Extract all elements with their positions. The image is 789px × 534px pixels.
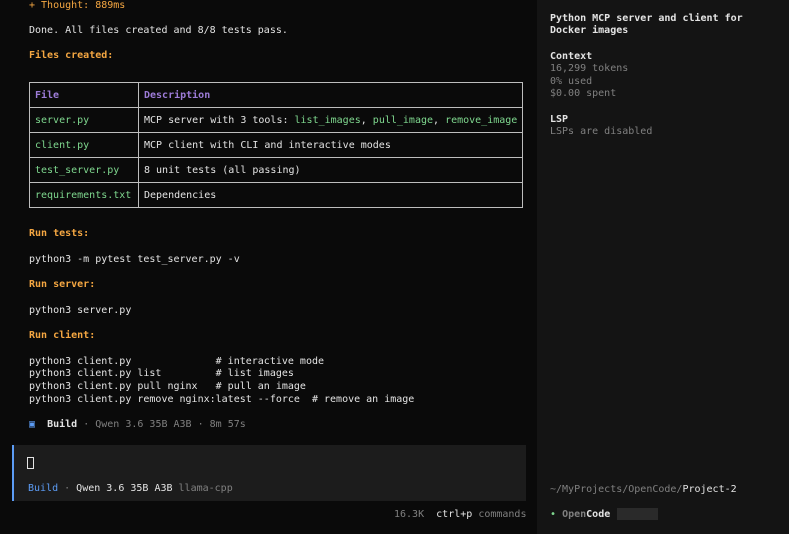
done-message: Done. All files created and 8/8 tests pa… xyxy=(29,25,288,36)
files-heading: Files created: xyxy=(29,50,114,61)
file-name: client.py xyxy=(29,132,139,158)
files-table: File Description server.py MCP server wi… xyxy=(29,82,524,208)
sidebar: Python MCP server and client for Docker … xyxy=(537,0,789,534)
file-name: server.py xyxy=(29,107,139,133)
provider-name: llama-cpp xyxy=(178,483,233,494)
file-description: MCP client with CLI and interactive mode… xyxy=(137,132,524,158)
agent-mode[interactable]: Build xyxy=(28,483,58,494)
build-status: ▣ Build · Qwen 3.6 35B A3B · 8m 57s xyxy=(29,419,246,431)
run-client-heading: Run client: xyxy=(29,330,96,341)
table-header-description: Description xyxy=(137,82,524,108)
table-row: requirements.txt Dependencies xyxy=(29,182,524,208)
table-row: server.py MCP server with 3 tools: list_… xyxy=(29,107,524,133)
run-tests-command: python3 -m pytest test_server.py -v xyxy=(29,254,240,265)
description-text: MCP server with 3 tools: xyxy=(144,114,295,126)
separator: · xyxy=(77,419,96,430)
context-spent: $0.00 spent xyxy=(550,88,617,99)
context-used: 0% used xyxy=(550,76,593,87)
context-tokens: 16,299 tokens xyxy=(550,63,629,74)
file-description: Dependencies xyxy=(137,182,524,208)
file-description: 8 unit tests (all passing) xyxy=(137,157,524,183)
redacted-block xyxy=(617,508,658,520)
model-name[interactable]: Qwen 3.6 35B A3B xyxy=(76,483,172,494)
shortcut-label[interactable]: commands xyxy=(478,509,526,520)
run-server-command: python3 server.py xyxy=(29,305,132,316)
run-server-heading: Run server: xyxy=(29,279,96,290)
lsp-heading: LSP xyxy=(550,114,569,125)
context-heading: Context xyxy=(550,51,593,62)
input-model-info: Build · Qwen 3.6 35B A3B llama-cpp xyxy=(28,483,233,495)
build-mode: Build xyxy=(47,419,78,430)
thought-label: + Thought: 889ms xyxy=(29,0,126,11)
token-count: 16.3K xyxy=(394,509,425,520)
input-accent-bar xyxy=(12,445,14,501)
prompt-input[interactable]: Build · Qwen 3.6 35B A3B llama-cpp xyxy=(12,445,526,501)
brand: • OpenCode xyxy=(550,509,610,521)
file-description: MCP server with 3 tools: list_images, pu… xyxy=(137,107,524,133)
client-command-line: python3 client.py pull nginx # pull an i… xyxy=(29,381,306,392)
client-command-line: python3 client.py remove nginx:latest --… xyxy=(29,394,415,405)
session-title: Python MCP server and client for Docker … xyxy=(550,13,743,36)
brand-open: Open xyxy=(562,509,587,520)
square-icon: ▣ xyxy=(29,419,36,430)
tool-name: pull_image xyxy=(372,114,434,126)
brand-code: Code xyxy=(586,509,611,520)
file-name: test_server.py xyxy=(29,157,139,183)
separator: , xyxy=(360,114,373,126)
build-duration: 8m 57s xyxy=(209,419,246,430)
table-row: test_server.py 8 unit tests (all passing… xyxy=(29,157,524,183)
client-command-line: python3 client.py # interactive mode xyxy=(29,356,325,367)
path-project: Project-2 xyxy=(682,484,737,495)
tool-name: list_images xyxy=(294,114,361,126)
path-prefix: ~/MyProjects/OpenCode/ xyxy=(550,484,683,495)
separator: · xyxy=(58,483,77,494)
separator: , xyxy=(433,114,446,126)
table-header-row: File Description xyxy=(29,82,524,108)
chat-panel: + Thought: 889ms Done. All files created… xyxy=(0,0,537,534)
shortcut-key[interactable]: ctrl+p xyxy=(436,509,472,520)
text-cursor xyxy=(27,457,34,469)
separator: · xyxy=(191,419,210,430)
status-dot-icon: • xyxy=(550,509,557,520)
project-path: ~/MyProjects/OpenCode/Project-2 xyxy=(550,484,737,496)
lsp-status: LSPs are disabled xyxy=(550,126,653,137)
file-name: requirements.txt xyxy=(29,182,139,208)
table-header-file: File xyxy=(29,82,139,108)
footer-status: 16.3K ctrl+p commands xyxy=(394,509,526,521)
build-model: Qwen 3.6 35B A3B xyxy=(95,419,192,430)
client-command-line: python3 client.py list # list images xyxy=(29,368,294,379)
run-tests-heading: Run tests: xyxy=(29,228,90,239)
tool-name: remove_image xyxy=(445,114,518,126)
table-row: client.py MCP client with CLI and intera… xyxy=(29,132,524,158)
